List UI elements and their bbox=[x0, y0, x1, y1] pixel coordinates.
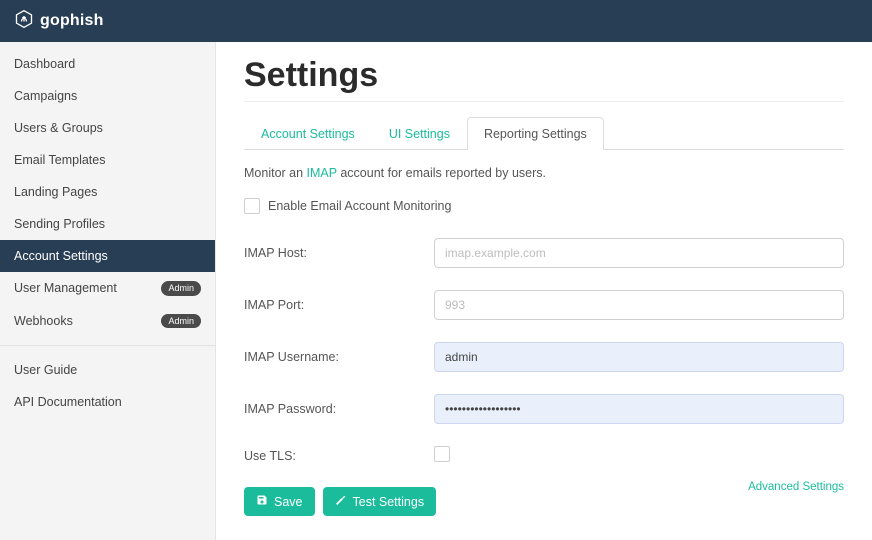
tab-ui-settings[interactable]: UI Settings bbox=[372, 117, 467, 150]
imap-username-row: IMAP Username: bbox=[244, 342, 844, 372]
tabs: Account Settings UI Settings Reporting S… bbox=[244, 116, 844, 150]
imap-password-input[interactable] bbox=[434, 394, 844, 424]
imap-port-label: IMAP Port: bbox=[244, 298, 434, 312]
use-tls-label: Use TLS: bbox=[244, 449, 434, 463]
sidebar-item-label: Sending Profiles bbox=[14, 217, 105, 231]
use-tls-row: Use TLS: bbox=[244, 446, 844, 465]
brand[interactable]: gophish bbox=[14, 9, 104, 34]
imap-password-row: IMAP Password: bbox=[244, 394, 844, 424]
tab-label: Account Settings bbox=[261, 127, 355, 141]
save-button-label: Save bbox=[274, 495, 303, 509]
sidebar-item-campaigns[interactable]: Campaigns bbox=[0, 80, 215, 112]
imap-username-input[interactable] bbox=[434, 342, 844, 372]
tab-label: UI Settings bbox=[389, 127, 450, 141]
imap-username-label: IMAP Username: bbox=[244, 350, 434, 364]
sidebar-item-label: Account Settings bbox=[14, 249, 108, 263]
sidebar-item-sending-profiles[interactable]: Sending Profiles bbox=[0, 208, 215, 240]
enable-monitoring-checkbox[interactable] bbox=[244, 198, 260, 214]
divider bbox=[244, 101, 844, 102]
sidebar: Dashboard Campaigns Users & Groups Email… bbox=[0, 42, 216, 540]
sidebar-item-label: User Management bbox=[14, 281, 117, 295]
admin-badge: Admin bbox=[161, 314, 201, 329]
sidebar-item-webhooks[interactable]: Webhooks Admin bbox=[0, 305, 215, 338]
sidebar-divider bbox=[0, 345, 215, 346]
imap-port-row: IMAP Port: bbox=[244, 290, 844, 320]
sidebar-item-dashboard[interactable]: Dashboard bbox=[0, 48, 215, 80]
sidebar-item-label: Landing Pages bbox=[14, 185, 97, 199]
sidebar-item-landing-pages[interactable]: Landing Pages bbox=[0, 176, 215, 208]
page-description: Monitor an IMAP account for emails repor… bbox=[244, 166, 844, 180]
brand-name: gophish bbox=[40, 12, 104, 30]
sidebar-item-api-docs[interactable]: API Documentation bbox=[0, 386, 215, 418]
page-title: Settings bbox=[244, 56, 844, 95]
sidebar-item-email-templates[interactable]: Email Templates bbox=[0, 144, 215, 176]
imap-link[interactable]: IMAP bbox=[307, 166, 337, 180]
imap-host-row: IMAP Host: bbox=[244, 238, 844, 268]
test-settings-button-label: Test Settings bbox=[353, 495, 425, 509]
tab-label: Reporting Settings bbox=[484, 127, 587, 141]
brand-logo-icon bbox=[14, 9, 34, 34]
topbar: gophish bbox=[0, 0, 872, 42]
sidebar-item-label: Email Templates bbox=[14, 153, 105, 167]
sidebar-item-label: Campaigns bbox=[14, 89, 77, 103]
desc-prefix: Monitor an bbox=[244, 166, 307, 180]
advanced-settings-link[interactable]: Advanced Settings bbox=[748, 481, 844, 493]
desc-suffix: account for emails reported by users. bbox=[337, 166, 546, 180]
admin-badge: Admin bbox=[161, 281, 201, 296]
imap-host-input[interactable] bbox=[434, 238, 844, 268]
sidebar-item-label: Dashboard bbox=[14, 57, 75, 71]
test-settings-button[interactable]: Test Settings bbox=[323, 487, 437, 516]
save-icon bbox=[256, 494, 268, 509]
sidebar-item-label: User Guide bbox=[14, 363, 77, 377]
enable-monitoring-row: Enable Email Account Monitoring bbox=[244, 198, 844, 214]
tab-account-settings[interactable]: Account Settings bbox=[244, 117, 372, 150]
enable-monitoring-label: Enable Email Account Monitoring bbox=[268, 199, 451, 213]
tab-reporting-settings[interactable]: Reporting Settings bbox=[467, 117, 604, 150]
sidebar-item-users-groups[interactable]: Users & Groups bbox=[0, 112, 215, 144]
save-button[interactable]: Save bbox=[244, 487, 315, 516]
sidebar-item-user-management[interactable]: User Management Admin bbox=[0, 272, 215, 305]
sidebar-item-label: Users & Groups bbox=[14, 121, 103, 135]
imap-password-label: IMAP Password: bbox=[244, 402, 434, 416]
sidebar-item-account-settings[interactable]: Account Settings bbox=[0, 240, 215, 272]
wrench-icon bbox=[335, 494, 347, 509]
sidebar-item-label: Webhooks bbox=[14, 314, 73, 328]
imap-port-input[interactable] bbox=[434, 290, 844, 320]
main-content: Settings Account Settings UI Settings Re… bbox=[216, 42, 872, 540]
sidebar-item-user-guide[interactable]: User Guide bbox=[0, 354, 215, 386]
sidebar-item-label: API Documentation bbox=[14, 395, 122, 409]
use-tls-checkbox[interactable] bbox=[434, 446, 450, 462]
imap-host-label: IMAP Host: bbox=[244, 246, 434, 260]
